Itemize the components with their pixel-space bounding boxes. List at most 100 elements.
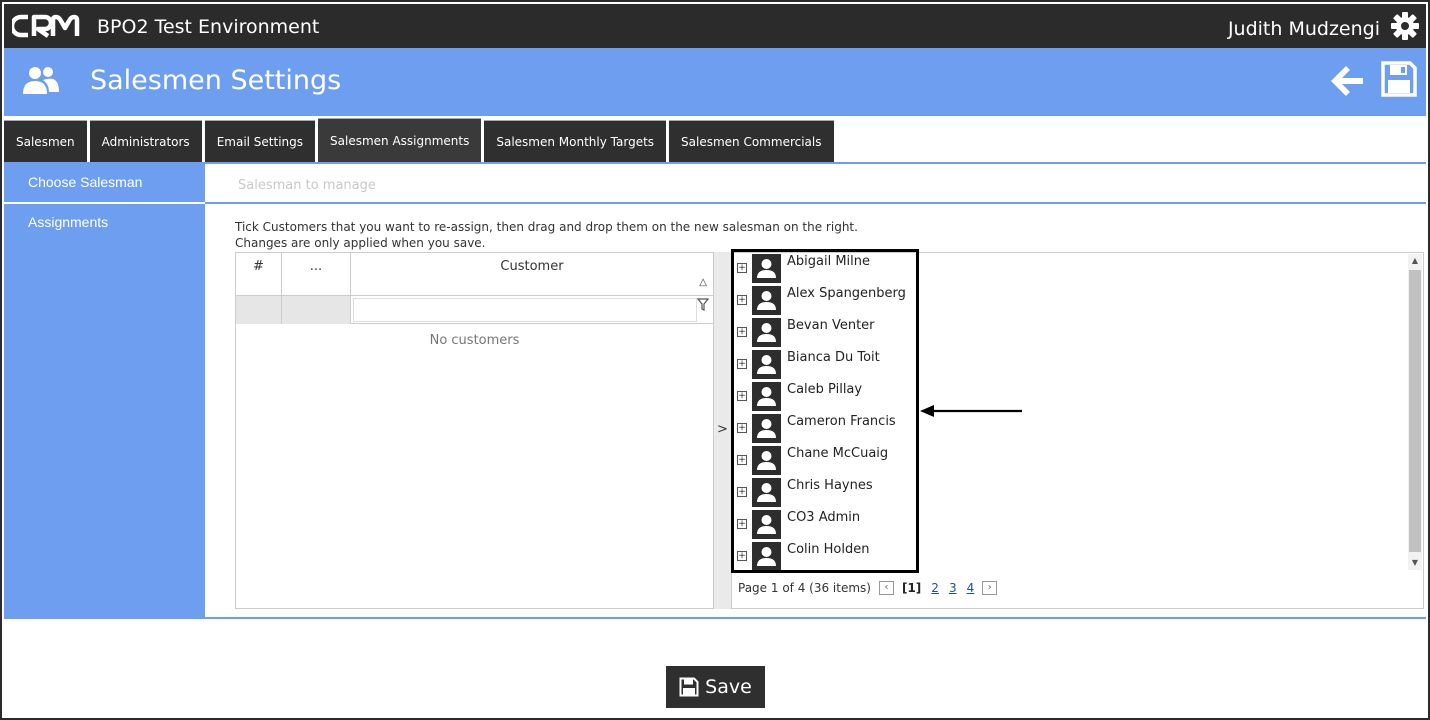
users-icon [23, 67, 59, 94]
row-divider [205, 202, 1426, 204]
salesman-name: Caleb Pillay [787, 382, 863, 397]
filter-cell-options [282, 296, 351, 324]
user-icon [757, 451, 776, 470]
next-page-button[interactable]: › [982, 581, 998, 595]
salesman-item[interactable]: + Chane McCuaig [732, 445, 922, 477]
tab-administrators[interactable]: Administrators [89, 120, 202, 162]
back-arrow-icon[interactable] [1328, 62, 1366, 100]
expand-icon[interactable]: + [737, 359, 747, 369]
page-3-link[interactable]: 3 [949, 581, 957, 595]
filter-icon[interactable] [697, 298, 709, 312]
splitter-arrow[interactable]: > [717, 422, 728, 437]
avatar [752, 254, 781, 283]
filter-cell-number [236, 296, 282, 324]
empty-message: No customers [429, 333, 520, 348]
user-icon [757, 483, 776, 502]
tab-salesmen-assignments[interactable]: Salesmen Assignments [318, 118, 482, 162]
expand-icon[interactable]: + [737, 519, 747, 529]
expand-icon[interactable]: + [737, 423, 747, 433]
tab-bar: Salesmen Administrators Email Settings S… [4, 118, 837, 162]
expand-icon[interactable]: + [737, 391, 747, 401]
floppy-icon [679, 677, 699, 697]
avatar [752, 286, 781, 315]
tab-salesmen[interactable]: Salesmen [4, 120, 87, 162]
user-icon [757, 387, 776, 406]
salesman-item[interactable]: + Cameron Francis [732, 413, 922, 445]
content-bottom-line [4, 617, 1426, 619]
expand-icon[interactable]: + [737, 295, 747, 305]
page-4-link[interactable]: 4 [967, 581, 975, 595]
grid-header: # ... Customer △ [236, 253, 713, 296]
crm-logo [12, 14, 80, 38]
expand-icon[interactable]: + [737, 487, 747, 497]
user-icon [757, 419, 776, 438]
avatar [752, 510, 781, 539]
expand-icon[interactable]: + [737, 551, 747, 561]
sidebar: Choose Salesman Assignments [4, 164, 205, 618]
tab-salesmen-monthly-targets[interactable]: Salesmen Monthly Targets [484, 120, 667, 162]
salesman-name: Bianca Du Toit [787, 350, 880, 365]
salesman-name: Abigail Milne [787, 254, 871, 269]
salesman-list-panel: + Abigail Milne + Alex Spangenberg + Bevan Ve… [731, 252, 1424, 609]
avatar [752, 446, 781, 475]
scroll-thumb[interactable] [1409, 270, 1421, 552]
salesman-item[interactable]: + Caleb Pillay [732, 381, 922, 413]
salesman-item[interactable]: + Colin Holden [732, 541, 922, 573]
app-title: BPO2 Test Environment [97, 16, 320, 38]
user-icon [757, 355, 776, 374]
user-name[interactable]: Judith Mudzengi [1228, 18, 1380, 40]
user-icon [757, 547, 776, 566]
prev-page-button[interactable]: ‹ [878, 581, 894, 595]
save-icon[interactable] [1380, 60, 1418, 98]
col-options-header[interactable]: ... [282, 253, 351, 296]
col-customer-label: Customer [500, 259, 564, 274]
avatar [752, 414, 781, 443]
salesman-item[interactable]: + Abigail Milne [732, 253, 922, 285]
tab-salesmen-commercials[interactable]: Salesmen Commercials [669, 120, 834, 162]
salesman-name: Bevan Venter [787, 318, 875, 333]
customer-grid: # ... Customer △ No customers [235, 252, 714, 609]
page-title: Salesmen Settings [90, 65, 342, 96]
user-icon [757, 291, 776, 310]
scrollbar[interactable]: ▲ ▼ [1408, 254, 1422, 570]
current-page: [1] [901, 581, 922, 595]
save-button[interactable]: Save [666, 666, 765, 708]
scroll-up-icon[interactable]: ▲ [1408, 254, 1422, 268]
choose-salesman-label: Choose Salesman [28, 174, 143, 190]
sidebar-divider [4, 202, 205, 204]
expand-icon[interactable]: + [737, 263, 747, 273]
sort-icon[interactable]: △ [699, 277, 707, 288]
top-bar: BPO2 Test Environment Judith Mudzengi [4, 4, 1426, 48]
scroll-down-icon[interactable]: ▼ [1408, 556, 1422, 570]
salesman-item[interactable]: + Chris Haynes [732, 477, 922, 509]
avatar [752, 478, 781, 507]
salesman-name: Chane McCuaig [787, 446, 889, 461]
page-header: Salesmen Settings [4, 48, 1426, 116]
salesman-item[interactable]: + CO3 Admin [732, 509, 922, 541]
avatar [752, 382, 781, 411]
expand-icon[interactable]: + [737, 327, 747, 337]
expand-icon[interactable]: + [737, 455, 747, 465]
col-number-header[interactable]: # [236, 253, 282, 296]
salesman-item[interactable]: + Alex Spangenberg [732, 285, 922, 317]
salesman-item[interactable]: + Bianca Du Toit [732, 349, 922, 381]
col-customer-header[interactable]: Customer △ [351, 253, 713, 296]
user-icon [757, 259, 776, 278]
salesman-item[interactable]: + Bevan Venter [732, 317, 922, 349]
salesman-select[interactable]: Salesman to manage [238, 178, 376, 193]
page-2-link[interactable]: 2 [931, 581, 939, 595]
salesman-name: Chris Haynes [787, 478, 873, 493]
splitter[interactable]: > [714, 252, 731, 609]
avatar [752, 542, 781, 571]
customer-filter-input[interactable] [353, 298, 697, 322]
tab-email-settings[interactable]: Email Settings [204, 120, 316, 162]
salesman-name: CO3 Admin [787, 510, 861, 525]
annotation-arrow-icon [920, 405, 1022, 417]
assignments-label: Assignments [28, 214, 109, 230]
filter-row [236, 296, 713, 324]
save-button-label: Save [705, 676, 752, 698]
salesman-name: Cameron Francis [787, 414, 896, 429]
gear-icon[interactable] [1390, 11, 1420, 41]
instructions: Tick Customers that you want to re-assig… [235, 219, 858, 251]
avatar [752, 350, 781, 379]
